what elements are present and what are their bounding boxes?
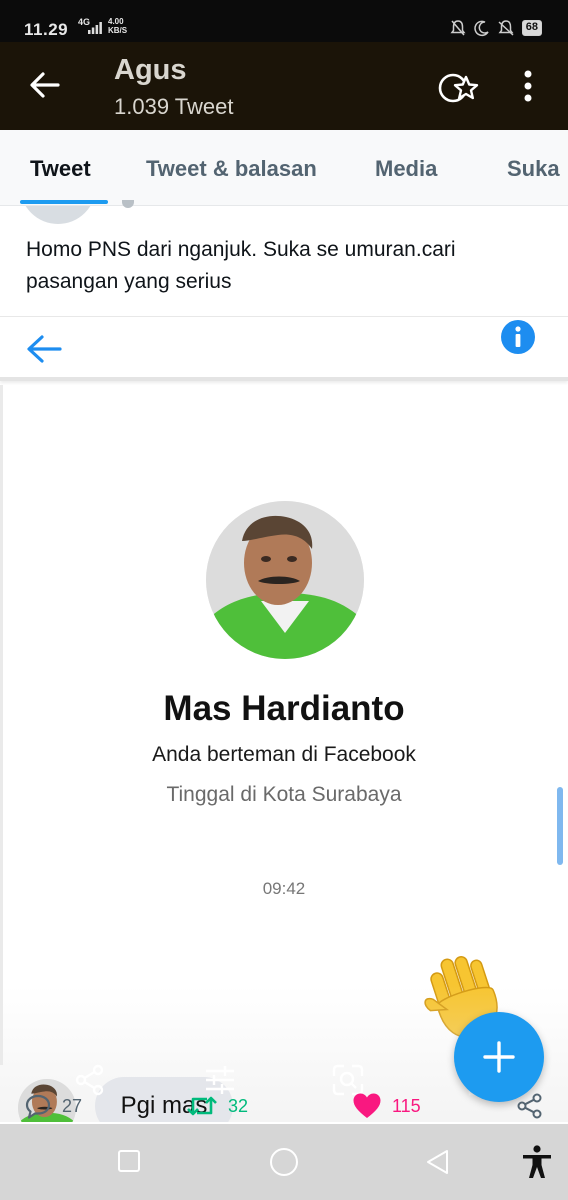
tab-tweet-and-replies[interactable]: Tweet & balasan <box>146 156 317 182</box>
nav-back-icon[interactable] <box>424 1148 452 1176</box>
recent-apps-icon[interactable] <box>116 1148 142 1174</box>
battery-indicator: 68 <box>521 20 542 36</box>
vibrate-off-icon <box>498 20 514 36</box>
speed-value: 4.00 <box>108 17 124 26</box>
more-options-icon[interactable] <box>516 68 540 104</box>
profile-name: Agus <box>114 54 187 86</box>
reply-count: 27 <box>62 1095 83 1116</box>
like-button[interactable]: 115 <box>352 1086 421 1126</box>
tweet-media-image[interactable]: Mas Hardianto Anda berteman di Facebook … <box>0 316 568 1122</box>
contact-avatar <box>206 501 364 659</box>
accessibility-icon[interactable] <box>520 1144 554 1180</box>
contact-relationship: Anda berteman di Facebook <box>152 743 416 766</box>
status-time: 11.29 <box>24 20 69 39</box>
active-tab-indicator <box>20 200 108 204</box>
heart-icon <box>353 1093 381 1118</box>
chat-top-bar <box>0 317 568 381</box>
back-arrow-icon[interactable] <box>28 68 62 102</box>
status-icons: 68 <box>450 19 542 37</box>
profile-header: Agus 1.039 Tweet <box>0 42 568 130</box>
contact-location: Tinggal di Kota Surabaya <box>166 783 402 806</box>
tweet-count: 1.039 Tweet <box>114 94 234 119</box>
moon-icon <box>474 20 489 37</box>
screen: 11.29 4G 4.00 KB/S 68 Agus 1.039 Tweet T… <box>0 0 568 1200</box>
retweet-button[interactable]: 32 <box>186 1086 248 1126</box>
contact-name: Mas Hardianto <box>163 689 405 728</box>
reply-button[interactable]: 27 <box>24 1086 82 1126</box>
tweet-actions: 27 32 115 <box>0 1086 568 1126</box>
network-speed: 4.00 KB/S <box>108 17 127 35</box>
tweet-author-handle-fragment <box>122 200 134 208</box>
signal-icon <box>88 22 102 34</box>
tab-tweet[interactable]: Tweet <box>30 156 91 182</box>
bell-muted-icon <box>450 20 466 36</box>
message-timestamp: 09:42 <box>262 879 306 898</box>
status-bar: 11.29 4G 4.00 KB/S 68 <box>0 0 568 42</box>
retweet-count: 32 <box>228 1095 249 1116</box>
plus-icon <box>483 1041 515 1073</box>
profile-tabs: Tweet Tweet & balasan Media Suka <box>0 130 568 206</box>
tab-media[interactable]: Media <box>375 156 437 182</box>
system-nav-bar <box>0 1124 568 1200</box>
share-tweet-button[interactable] <box>516 1086 544 1126</box>
like-count: 115 <box>392 1095 421 1116</box>
speed-unit: KB/S <box>108 26 128 35</box>
retweet-icon <box>187 1096 217 1116</box>
tweet-author-avatar[interactable] <box>20 206 96 224</box>
chat-body: Mas Hardianto Anda berteman di Facebook … <box>0 385 568 1122</box>
chat-info-icon <box>501 320 535 354</box>
home-icon[interactable] <box>268 1146 300 1178</box>
reply-icon <box>25 1094 51 1119</box>
share-icon <box>517 1093 542 1119</box>
chat-back-arrow-icon <box>27 335 62 363</box>
tab-likes[interactable]: Suka <box>507 156 560 182</box>
favorite-star-icon[interactable] <box>436 68 480 108</box>
tweet-text: Homo PNS dari nganjuk. Suka se umuran.ca… <box>26 238 456 293</box>
